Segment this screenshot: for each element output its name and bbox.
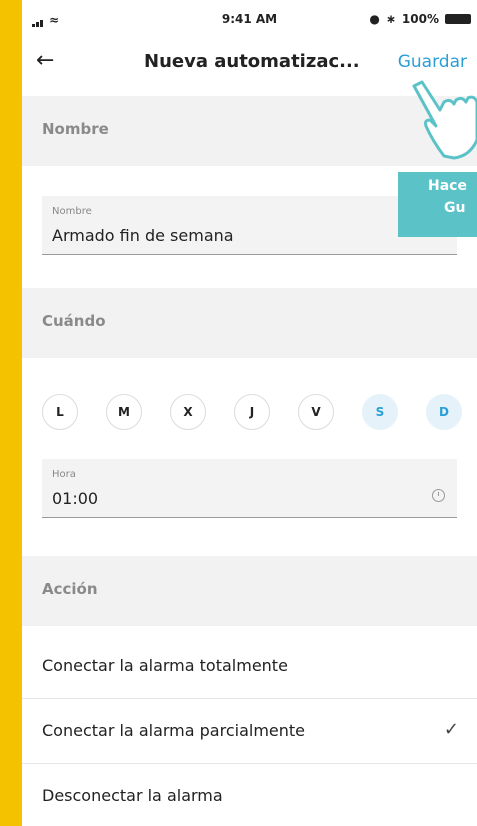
time-field-value[interactable]: 01:00: [52, 489, 98, 508]
clock-icon[interactable]: [432, 489, 445, 502]
status-bar: ≈ 9:41 AM ● ∗ 100%: [22, 0, 477, 40]
section-title: Acción: [42, 580, 98, 598]
action-option-label: Conectar la alarma totalmente: [42, 656, 288, 675]
section-header-name: Nombre: [22, 96, 477, 166]
day-toggle-j[interactable]: J: [234, 394, 270, 430]
section-header-action: Acción: [22, 556, 477, 626]
status-right: ● ∗ 100%: [369, 12, 471, 26]
time-field-label: Hora: [52, 469, 76, 480]
action-option-full[interactable]: Conectar la alarma totalmente: [22, 634, 477, 699]
weekday-selector: L M X J V S D: [42, 394, 472, 430]
day-toggle-v[interactable]: V: [298, 394, 334, 430]
action-option-partial[interactable]: Conectar la alarma parcialmente ✓: [22, 699, 477, 764]
name-field-value[interactable]: Armado fin de semana: [52, 226, 234, 245]
pointing-hand-icon: [412, 80, 477, 160]
section-title: Cuándo: [42, 312, 106, 330]
battery-icon: [445, 14, 471, 24]
day-toggle-x[interactable]: X: [170, 394, 206, 430]
checkmark-icon: ✓: [443, 719, 459, 740]
action-option-label: Desconectar la alarma: [42, 786, 223, 805]
nav-bar: ← Nueva automatizac... Guardar: [22, 40, 477, 84]
back-arrow-icon[interactable]: ←: [36, 48, 54, 73]
time-field[interactable]: Hora 01:00: [42, 459, 457, 518]
hint-text-line1: Hace: [428, 178, 467, 194]
tutorial-hint-box: Hace Gu: [398, 172, 477, 237]
page-title: Nueva automatizac...: [144, 51, 360, 72]
battery-percent: 100%: [401, 12, 439, 26]
bluetooth-icon: ∗: [385, 12, 396, 26]
section-header-when: Cuándo: [22, 288, 477, 358]
action-option-label: Conectar la alarma parcialmente: [42, 721, 306, 740]
name-field[interactable]: Nombre Armado fin de semana: [42, 196, 457, 255]
day-toggle-m[interactable]: M: [106, 394, 142, 430]
section-title: Nombre: [42, 120, 109, 138]
action-option-disarm[interactable]: Desconectar la alarma: [22, 764, 477, 826]
alarm-icon: ●: [369, 12, 380, 26]
day-toggle-l[interactable]: L: [42, 394, 78, 430]
save-button[interactable]: Guardar: [398, 52, 467, 72]
day-toggle-s[interactable]: S: [362, 394, 398, 430]
phone-screen: ≈ 9:41 AM ● ∗ 100% ← Nueva automatizac..…: [22, 0, 477, 826]
hint-text-line2: Gu: [444, 200, 466, 216]
day-toggle-d[interactable]: D: [426, 394, 462, 430]
name-field-label: Nombre: [52, 206, 92, 217]
